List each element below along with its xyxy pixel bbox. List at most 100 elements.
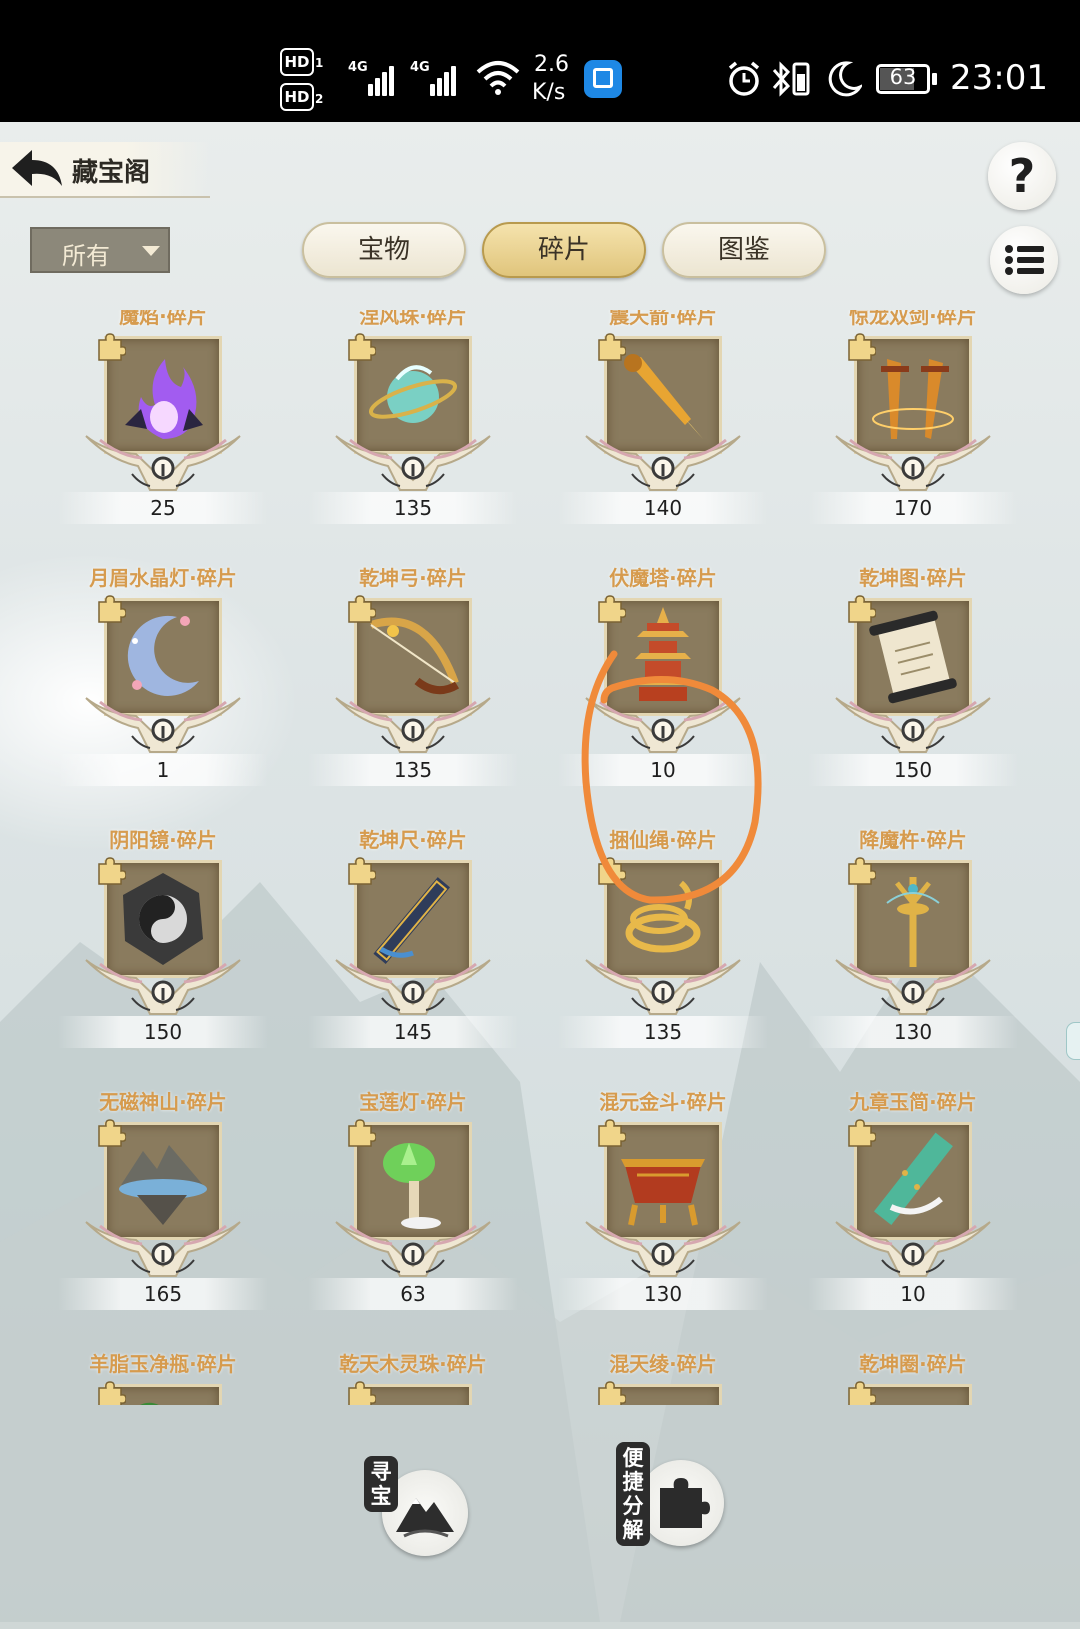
fragment-count: 130 (643, 1282, 683, 1306)
puzzle-piece-icon (96, 594, 127, 624)
ornate-pedestal (80, 1216, 246, 1278)
network-type-2: 4G (410, 60, 430, 75)
fragment-item[interactable]: 涅风珠·碎片 135 (308, 310, 518, 550)
sim-2-label: 2 (315, 92, 324, 106)
ornate-pedestal (330, 1216, 496, 1278)
fragment-count: 145 (393, 1020, 433, 1044)
puzzle-piece-icon (596, 332, 627, 362)
sim-1-label: 1 (315, 56, 324, 70)
puzzle-piece-icon (346, 1118, 377, 1148)
fragment-item[interactable]: 降魔杵·碎片 130 (808, 828, 1018, 1074)
fragment-item[interactable]: 混天绫·碎片 (558, 1352, 768, 1405)
fragment-item[interactable]: 九章玉简·碎片 10 (808, 1090, 1018, 1336)
list-menu-button[interactable] (990, 226, 1058, 294)
list-icon (1005, 245, 1044, 275)
filter-selected-label: 所有 (62, 242, 110, 270)
fragment-count: 135 (643, 1020, 683, 1044)
fragment-count: 165 (143, 1282, 183, 1306)
fragment-name: 降魔杵·碎片 (859, 828, 967, 852)
fragment-item[interactable]: 惊龙双剑·碎片 170 (808, 310, 1018, 550)
fragment-item[interactable]: 混元金斗·碎片 130 (558, 1090, 768, 1336)
puzzle-piece-icon (596, 1118, 627, 1148)
tab-collection[interactable]: 图鉴 (662, 222, 826, 278)
tab-treasures[interactable]: 宝物 (302, 222, 466, 278)
help-icon: ? (1008, 149, 1036, 203)
fragment-name: 惊龙双剑·碎片 (849, 310, 977, 328)
ornate-pedestal (330, 430, 496, 492)
puzzle-piece-icon (596, 1380, 627, 1405)
side-edge-tab[interactable] (1066, 1022, 1080, 1060)
fragment-item[interactable]: 羊脂玉净瓶·碎片 (58, 1352, 268, 1405)
ornate-pedestal (80, 954, 246, 1016)
battery-tip (932, 73, 937, 85)
fragment-name: 乾坤弓·碎片 (359, 566, 467, 590)
fragment-name: 乾坤图·碎片 (859, 566, 967, 590)
back-arrow-icon[interactable] (8, 146, 64, 192)
help-button[interactable]: ? (988, 142, 1056, 210)
fragment-name: 乾天木灵珠·碎片 (339, 1352, 487, 1376)
fragment-grid: 魔焰·碎片 25 涅风珠·碎片 135 震天箭·碎片 140 惊龙双剑·碎片 170 月… (0, 310, 1080, 1405)
ornate-pedestal (830, 430, 996, 492)
fragment-item[interactable]: 魔焰·碎片 25 (58, 310, 268, 550)
wifi-icon (476, 61, 520, 95)
fragment-count: 25 (150, 496, 176, 520)
puzzle-piece-icon (596, 856, 627, 886)
puzzle-piece-icon (846, 594, 877, 624)
fragment-item[interactable]: 捆仙绳·碎片 135 (558, 828, 768, 1074)
fragment-item[interactable]: 伏魔塔·碎片 10 (558, 566, 768, 812)
fragment-item[interactable]: 宝莲灯·碎片 63 (308, 1090, 518, 1336)
fragment-item[interactable]: 阴阳镜·碎片 150 (58, 828, 268, 1074)
quick-decompose-label: 便捷分解 (616, 1442, 650, 1546)
fragment-item[interactable]: 月眉水晶灯·碎片 1 (58, 566, 268, 812)
ornate-pedestal (580, 1216, 746, 1278)
ornate-pedestal (830, 1216, 996, 1278)
fragment-item[interactable]: 乾天木灵珠·碎片 (308, 1352, 518, 1405)
fragment-name: 无磁神山·碎片 (99, 1090, 227, 1114)
hd-badge-1: HD (280, 48, 314, 76)
puzzle-piece-icon (346, 856, 377, 886)
page-title: 藏宝阁 (72, 158, 151, 188)
puzzle-piece-icon (346, 594, 377, 624)
fragment-count: 130 (893, 1020, 933, 1044)
status-bar: HD 1 HD 2 4G 4G 2.6 K/s 63 23:01 (0, 0, 1080, 122)
fragment-item[interactable]: 乾坤图·碎片 150 (808, 566, 1018, 812)
fragment-item[interactable]: 震天箭·碎片 140 (558, 310, 768, 550)
ornate-pedestal (830, 954, 996, 1016)
filter-dropdown[interactable]: 所有 (30, 227, 170, 273)
fragment-item[interactable]: 乾坤弓·碎片 135 (308, 566, 518, 812)
fragment-count: 135 (393, 496, 433, 520)
quick-decompose-button[interactable] (638, 1460, 724, 1546)
fragment-count: 170 (893, 496, 933, 520)
signal-icon-2: 4G (410, 60, 456, 96)
fragment-count: 140 (643, 496, 683, 520)
fragment-count: 150 (143, 1020, 183, 1044)
fragment-name: 月眉水晶灯·碎片 (89, 566, 237, 590)
seek-treasure-label: 寻宝 (364, 1456, 398, 1512)
battery-icon: 63 (876, 64, 930, 94)
fragment-item[interactable]: 乾坤圈·碎片 (808, 1352, 1018, 1405)
puzzle-piece-icon (96, 1380, 127, 1405)
puzzle-piece-icon (596, 594, 627, 624)
puzzle-piece-icon (96, 1118, 127, 1148)
alarm-icon (728, 61, 760, 96)
puzzle-piece-icon (346, 332, 377, 362)
puzzle-piece-icon (846, 1380, 877, 1405)
net-speed-unit: K/s (532, 80, 566, 105)
fragment-name: 捆仙绳·碎片 (609, 828, 717, 852)
ornate-pedestal (580, 430, 746, 492)
fragment-item[interactable]: 无磁神山·碎片 165 (58, 1090, 268, 1336)
app-notification-icon (584, 60, 622, 98)
treasure-pavilion-screen: 藏宝阁 ? 所有 宝物 碎片 图鉴 魔焰·碎片 25 涅风珠·碎片 135 震天箭·… (0, 122, 1080, 1629)
fragment-name: 涅风珠·碎片 (359, 310, 467, 328)
tab-fragments-label: 碎片 (537, 235, 590, 265)
fragment-item[interactable]: 乾坤尺·碎片 145 (308, 828, 518, 1074)
puzzle-piece-icon (346, 1380, 377, 1405)
tab-fragments[interactable]: 碎片 (482, 222, 646, 278)
ornate-pedestal (330, 692, 496, 754)
tab-treasures-label: 宝物 (357, 235, 410, 265)
battery-level: 63 (889, 65, 917, 89)
fragment-name: 九章玉简·碎片 (849, 1090, 977, 1114)
ornate-pedestal (830, 692, 996, 754)
fragment-count: 1 (156, 758, 170, 782)
puzzle-piece-icon (846, 1118, 877, 1148)
